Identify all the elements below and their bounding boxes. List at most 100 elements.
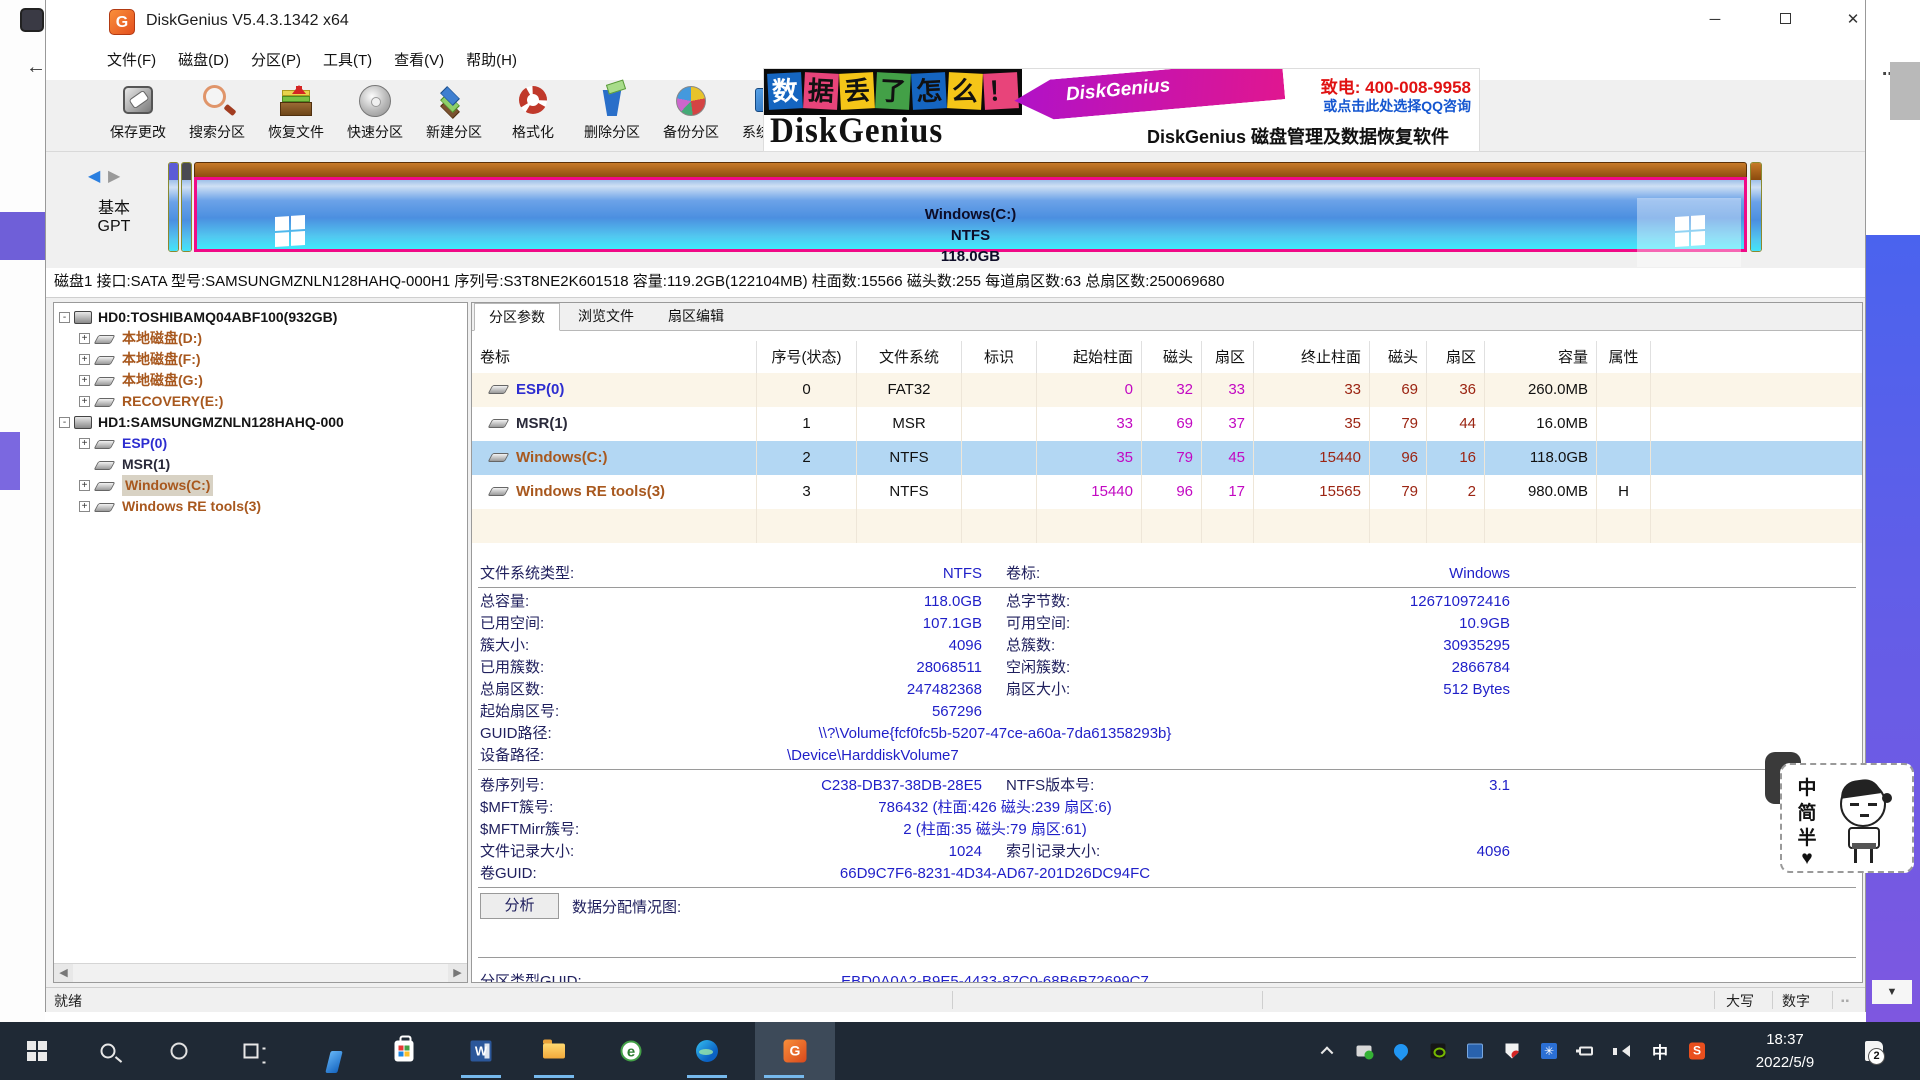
table-cell: FAT32 [857, 373, 962, 407]
toolbar-new-button[interactable]: 新建分区 [416, 82, 492, 150]
field-value: 4096 [1477, 841, 1510, 863]
tree-item-esp0[interactable]: +ESP(0) [54, 433, 467, 454]
scroll-right-icon[interactable]: ▶ [448, 964, 467, 982]
tree-item-msr1[interactable]: MSR(1) [54, 454, 467, 475]
tree-item-hd1samsungmznln128hahq000[interactable]: -HD1:SAMSUNGMZNLN128HAHQ-000 [54, 412, 467, 433]
menu-item-p[interactable]: 分区(P) [240, 44, 312, 78]
table-cell: MSR [857, 407, 962, 441]
minimize-button[interactable]: ─ [1686, 0, 1744, 40]
menu-item-t[interactable]: 工具(T) [312, 44, 383, 78]
tray-intel-graphics-icon[interactable] [1460, 1022, 1490, 1080]
taskbar-search-button[interactable] [79, 1022, 137, 1080]
menu-item-d[interactable]: 磁盘(D) [167, 44, 240, 78]
tray-nvidia-icon[interactable] [1423, 1022, 1453, 1080]
tray-printer-icon[interactable] [1349, 1022, 1379, 1080]
tree-expander-icon[interactable]: + [79, 354, 90, 365]
tray-tray-expand-icon[interactable] [1312, 1022, 1342, 1080]
taskbar-store-button[interactable] [375, 1022, 433, 1080]
tray-power-plug-icon[interactable] [1571, 1022, 1601, 1080]
menu-item-h[interactable]: 帮助(H) [455, 44, 528, 78]
menu-item-f[interactable]: 文件(F) [96, 44, 167, 78]
table-row-windowsretools3[interactable]: Windows RE tools(3)3NTFS1544096171556579… [472, 475, 1863, 509]
toolbar-save-button[interactable]: 保存更改 [100, 82, 176, 150]
ime-status-panel[interactable]: 中简半♥ [1780, 763, 1914, 873]
tree-expander-icon[interactable]: - [59, 417, 70, 428]
tree-expander-icon[interactable]: + [79, 333, 90, 344]
taskbar-edge-button[interactable] [678, 1022, 736, 1080]
tree-expander-icon[interactable]: + [79, 501, 90, 512]
ad-qq-link[interactable]: 或点击此处选择QQ咨询 [1323, 96, 1471, 116]
next-disk-arrow-icon[interactable]: ▶ [108, 166, 124, 184]
tree-item-windowsretools3[interactable]: +Windows RE tools(3) [54, 496, 467, 517]
tree-expander-icon[interactable]: + [79, 375, 90, 386]
tray-security-shield-icon[interactable] [1497, 1022, 1527, 1080]
tray-freeze-app-icon[interactable]: ✳ [1534, 1022, 1564, 1080]
taskbar-ie-browser-button[interactable]: e [602, 1022, 660, 1080]
tree-horizontal-scrollbar[interactable]: ◀ ▶ [54, 963, 467, 982]
toolbar-quick-button[interactable]: 快速分区 [337, 82, 413, 150]
tree-expander-icon[interactable]: + [79, 480, 90, 491]
taskbar-file-explorer-button[interactable] [525, 1022, 583, 1080]
table-row-esp0[interactable]: ESP(0)0FAT3203233336936260.0MB [472, 373, 1863, 407]
tree-item-windowsc[interactable]: +Windows(C:) [54, 475, 467, 496]
table-row-msr1[interactable]: MSR(1)1MSR33693735794416.0MB [472, 407, 1863, 441]
column-header: 容量 [1485, 341, 1597, 375]
tree-item-f[interactable]: +本地磁盘(F:) [54, 349, 467, 370]
tree-expander-icon[interactable]: + [79, 438, 90, 449]
tree-item-hd0toshibamq04abf100932gb[interactable]: -HD0:TOSHIBAMQ04ABF100(932GB) [54, 307, 467, 328]
partition-bar-msr[interactable] [181, 162, 192, 252]
analyze-button[interactable]: 分析 [480, 893, 559, 919]
close-button[interactable]: ✕ [1824, 0, 1882, 40]
tree-item-recoverye[interactable]: + RECOVERY(E:) [54, 391, 467, 412]
ad-banner[interactable]: 数据丢了怎么！ DiskGenius DiskGenius 致电: 400-00… [763, 68, 1480, 152]
table-row-windowsc[interactable]: Windows(C:)2NTFS357945154409616118.0GB [472, 441, 1863, 475]
taskbar-diskgenius-button[interactable]: G [755, 1022, 835, 1080]
field-label: 卷序列号: [480, 775, 544, 797]
tray-ime-mode-icon[interactable]: 中 [1645, 1022, 1675, 1080]
prev-disk-arrow-icon[interactable]: ◀ [88, 166, 104, 184]
taskbar-word-button[interactable]: W [452, 1022, 510, 1080]
tab-浏览文件[interactable]: 浏览文件 [564, 303, 648, 331]
notification-center-icon[interactable]: 2 [1856, 1036, 1892, 1066]
toolbar-backup-button[interactable]: 备份分区 [653, 82, 729, 150]
table-cell: 35 [1254, 407, 1370, 441]
menu-item-v[interactable]: 查看(V) [383, 44, 455, 78]
toolbar-label: 格式化 [495, 122, 571, 142]
tree-item-d[interactable]: +本地磁盘(D:) [54, 328, 467, 349]
back-arrow-icon[interactable]: ← [26, 58, 44, 76]
tree-expander-icon[interactable]: - [59, 312, 70, 323]
tree-item-label: RECOVERY(E:) [122, 391, 223, 412]
desktop-gray-block [1890, 62, 1920, 120]
scroll-left-icon[interactable]: ◀ [54, 964, 73, 982]
toolbar-recover-button[interactable]: 恢复文件 [258, 82, 334, 150]
taskbar-cortana-button[interactable] [150, 1022, 208, 1080]
partition-bar-re-tools[interactable] [1750, 162, 1762, 252]
toolbar-delete-button[interactable]: 删除分区 [574, 82, 650, 150]
taskbar-task-view-button[interactable] [222, 1022, 280, 1080]
partition-bar-esp[interactable] [168, 162, 179, 252]
partition-icon [94, 356, 116, 365]
tray-speaker-icon[interactable] [1608, 1022, 1638, 1080]
maximize-button[interactable] [1756, 0, 1814, 40]
notification-badge: 2 [1868, 1048, 1885, 1065]
tray-drop-app-icon[interactable] [1386, 1022, 1416, 1080]
field-value: 30935295 [1443, 635, 1510, 657]
table-cell-filler [1651, 475, 1863, 509]
field-value: 1024 [949, 841, 982, 863]
resize-grip[interactable]: ▪▪ [1841, 996, 1855, 1008]
tab-分区参数[interactable]: 分区参数 [474, 303, 560, 331]
field-value: 66D9C7F6-8231-4D34-AD67-201D26DC94FC [480, 863, 1510, 885]
tab-扇区编辑[interactable]: 扇区编辑 [654, 303, 738, 331]
table-cell: 33 [1254, 373, 1370, 407]
toolbar-search-button[interactable]: 搜索分区 [179, 82, 255, 150]
main-area: -HD0:TOSHIBAMQ04ABF100(932GB)+本地磁盘(D:)+本… [46, 298, 1865, 987]
taskbar-clock[interactable]: 18:37 2022/5/9 [1740, 1028, 1830, 1074]
collapse-arrow-icon[interactable]: ▼ [1872, 980, 1912, 1004]
toolbar-format-button[interactable]: 格式化 [495, 82, 571, 150]
tray-sogou-icon[interactable]: S [1682, 1022, 1712, 1080]
taskbar-flash-app-button[interactable] [299, 1022, 357, 1080]
taskbar-start-button[interactable] [8, 1022, 66, 1080]
tree-item-g[interactable]: +本地磁盘(G:) [54, 370, 467, 391]
tree-expander-icon[interactable]: + [79, 396, 90, 407]
partition-bar-windows-c[interactable]: Windows(C:) NTFS 118.0GB [194, 162, 1747, 252]
